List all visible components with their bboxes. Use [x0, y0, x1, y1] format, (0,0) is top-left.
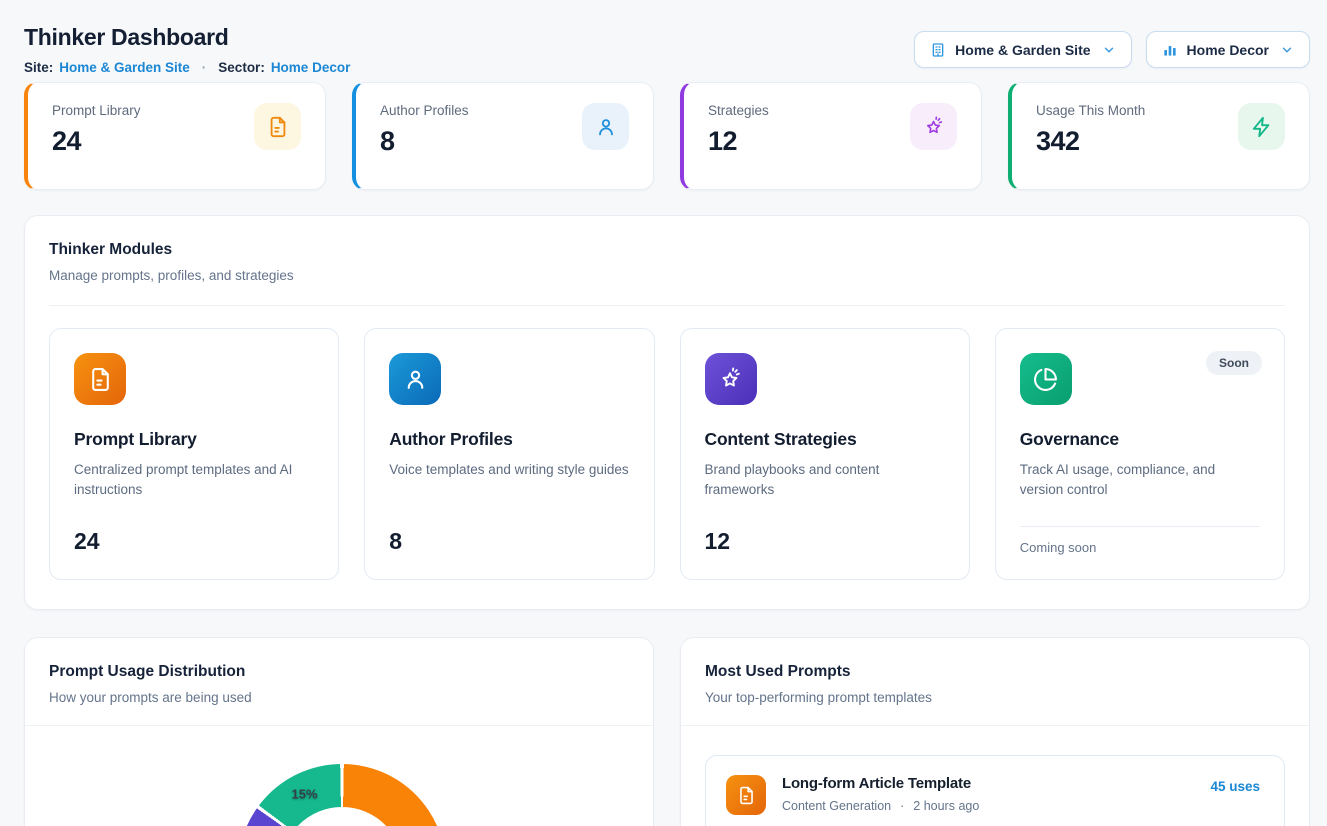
header-dropdowns: Home & Garden Site Home Decor	[914, 31, 1310, 68]
page-title: Thinker Dashboard	[24, 24, 229, 51]
chevron-down-icon	[1102, 43, 1116, 57]
stat-card-usage: Usage This Month 342	[1008, 82, 1310, 190]
dot-separator: ·	[202, 60, 207, 75]
stat-card-strategies: Strategies 12	[680, 82, 982, 190]
bar-chart-icon	[1162, 42, 1178, 58]
donut-hole	[281, 807, 403, 826]
user-icon	[389, 353, 441, 405]
file-text-icon	[726, 775, 766, 815]
stats-row: Prompt Library 24 Author Profiles 8 Stra…	[24, 82, 1310, 190]
module-card-prompt-library[interactable]: Prompt Library Centralized prompt templa…	[49, 328, 339, 580]
prompt-title: Long-form Article Template	[782, 775, 1194, 792]
chevron-down-icon	[1280, 43, 1294, 57]
zap-icon	[1238, 103, 1285, 150]
module-title: Prompt Library	[74, 429, 314, 450]
prompt-uses-badge: 45 uses	[1210, 779, 1260, 794]
panel-title: Thinker Modules	[49, 241, 1285, 259]
stat-label: Usage This Month	[1036, 103, 1145, 118]
pie-chart-icon	[1020, 353, 1072, 405]
stat-label: Author Profiles	[380, 103, 469, 118]
sector-label: Sector:	[218, 60, 265, 75]
module-card-governance[interactable]: Soon Governance Track AI usage, complian…	[995, 328, 1285, 580]
most-used-prompts-card: Most Used Prompts Your top-performing pr…	[680, 637, 1310, 826]
prompt-usage-donut-chart: 15%	[238, 764, 446, 826]
module-title: Governance	[1020, 429, 1260, 450]
stat-value: 8	[380, 126, 469, 157]
card-subtitle: How your prompts are being used	[49, 690, 629, 705]
breadcrumb: Site: Home & Garden Site · Sector: Home …	[24, 60, 350, 75]
site-link[interactable]: Home & Garden Site	[59, 60, 190, 75]
user-icon	[582, 103, 629, 150]
module-footer: Coming soon	[1020, 540, 1260, 555]
prompts-list: Long-form Article Template Content Gener…	[681, 726, 1309, 826]
stat-value: 12	[708, 126, 769, 157]
donut-slice-label: 15%	[292, 787, 318, 802]
stat-label: Prompt Library	[52, 103, 141, 118]
sector-selector-dropdown[interactable]: Home Decor	[1146, 31, 1310, 68]
building-icon	[930, 42, 946, 58]
file-text-icon	[254, 103, 301, 150]
module-count: 8	[389, 528, 629, 555]
prompt-time: 2 hours ago	[913, 799, 979, 813]
prompt-usage-distribution-card: Prompt Usage Distribution How your promp…	[24, 637, 654, 826]
sector-link[interactable]: Home Decor	[271, 60, 351, 75]
bottom-row: Prompt Usage Distribution How your promp…	[24, 637, 1310, 826]
prompt-list-item[interactable]: Long-form Article Template Content Gener…	[705, 755, 1285, 826]
prompt-meta: Content Generation · 2 hours ago	[782, 799, 1194, 813]
module-description: Track AI usage, compliance, and version …	[1020, 460, 1260, 501]
site-selector-label: Home & Garden Site	[955, 42, 1090, 58]
stat-card-author-profiles: Author Profiles 8	[352, 82, 654, 190]
thinker-modules-panel: Thinker Modules Manage prompts, profiles…	[24, 215, 1310, 610]
sparkle-star-icon	[910, 103, 957, 150]
module-card-content-strategies[interactable]: Content Strategies Brand playbooks and c…	[680, 328, 970, 580]
panel-subtitle: Manage prompts, profiles, and strategies	[49, 268, 1285, 283]
module-description: Brand playbooks and content frameworks	[705, 460, 945, 501]
sparkle-star-icon	[705, 353, 757, 405]
module-description: Centralized prompt templates and AI inst…	[74, 460, 314, 501]
prompt-category: Content Generation	[782, 799, 891, 813]
module-title: Author Profiles	[389, 429, 629, 450]
stat-label: Strategies	[708, 103, 769, 118]
thinker-dashboard-page: Thinker Dashboard Site: Home & Garden Si…	[0, 0, 1327, 826]
file-text-icon	[74, 353, 126, 405]
card-title: Most Used Prompts	[705, 663, 1285, 681]
module-count: 12	[705, 528, 945, 555]
divider	[1020, 526, 1260, 527]
site-selector-dropdown[interactable]: Home & Garden Site	[914, 31, 1131, 68]
module-title: Content Strategies	[705, 429, 945, 450]
sector-selector-label: Home Decor	[1187, 42, 1269, 58]
dot-separator: ·	[900, 799, 904, 813]
card-title: Prompt Usage Distribution	[49, 663, 629, 681]
card-subtitle: Your top-performing prompt templates	[705, 690, 1285, 705]
soon-badge: Soon	[1206, 351, 1262, 375]
site-label: Site:	[24, 60, 53, 75]
module-description: Voice templates and writing style guides	[389, 460, 629, 480]
stat-value: 24	[52, 126, 141, 157]
stat-card-prompt-library: Prompt Library 24	[24, 82, 326, 190]
module-card-author-profiles[interactable]: Author Profiles Voice templates and writ…	[364, 328, 654, 580]
stat-value: 342	[1036, 126, 1145, 157]
module-count: 24	[74, 528, 314, 555]
modules-grid: Prompt Library Centralized prompt templa…	[25, 306, 1309, 604]
